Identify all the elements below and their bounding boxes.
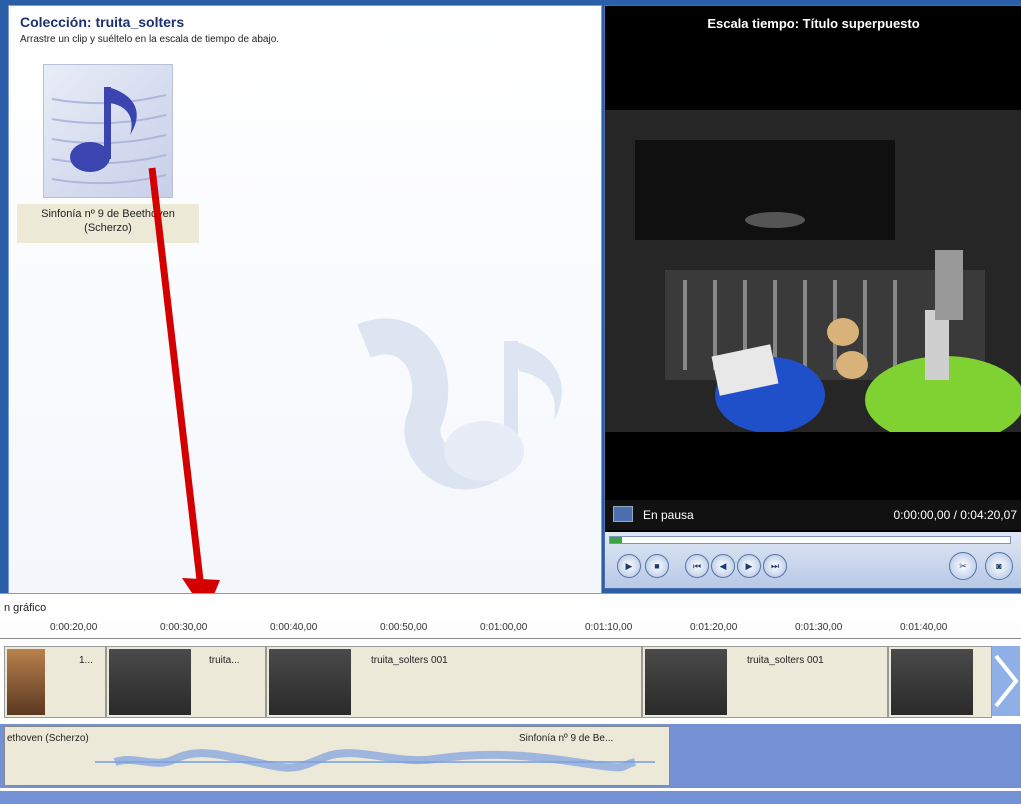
video-clip[interactable]: truita_solters 001 — [266, 646, 642, 718]
video-clip[interactable]: 1... — [4, 646, 106, 718]
monitor-icon — [613, 506, 633, 522]
next-frame-icon[interactable]: ▶ — [737, 554, 761, 578]
timeline-bottom-strip — [0, 791, 1021, 804]
transition-icon[interactable] — [992, 646, 1020, 716]
video-clip-name: truita_solters 001 — [371, 655, 448, 666]
collection-panel: Colección: truita_solters Arrastre un cl… — [8, 5, 602, 595]
timeline-label: n gráfico — [4, 602, 47, 614]
clip-thumbnail — [7, 649, 45, 715]
audio-waveform — [95, 749, 655, 772]
collection-hint: Arrastre un clip y suéltelo en la escala… — [20, 34, 280, 45]
forward-end-icon[interactable]: ⏭ — [763, 554, 787, 578]
audio-clip-name-left: ethoven (Scherzo) — [7, 733, 89, 744]
ruler-tick: 0:01:10,00 — [585, 622, 633, 633]
drag-arrow-icon — [148, 167, 220, 614]
ruler-tick: 0:00:20,00 — [50, 622, 98, 633]
playback-controls: ▶ ■ ⏮ ◀ ▶ ⏭ ✂ ◙ — [605, 532, 1021, 588]
clip-thumbnail — [269, 649, 351, 715]
split-clip-icon[interactable]: ✂ — [949, 552, 977, 580]
playback-status-bar: En pausa 0:00:00,00 / 0:04:20,07 — [605, 500, 1021, 530]
collection-title: Colección: truita_solters — [20, 14, 185, 30]
audio-clip-name-right: Sinfonía nº 9 de Be... — [519, 733, 614, 744]
video-frame — [605, 110, 1021, 432]
stop-icon[interactable]: ■ — [645, 554, 669, 578]
ruler-tick: 0:01:40,00 — [900, 622, 948, 633]
video-track: 1... truita... truita_solters 001 truita… — [0, 646, 1021, 718]
time-ruler[interactable]: 0:00:20,00 0:00:30,00 0:00:40,00 0:00:50… — [0, 620, 1021, 639]
ruler-tick: 0:00:30,00 — [160, 622, 208, 633]
previous-frame-icon[interactable]: ◀ — [711, 554, 735, 578]
clip-thumbnail — [891, 649, 973, 715]
filmstrip-music-watermark — [354, 301, 594, 506]
ruler-tick: 0:01:00,00 — [480, 622, 528, 633]
seek-bar[interactable] — [609, 536, 1011, 544]
ruler-tick: 0:01:20,00 — [690, 622, 738, 633]
preview-title: Escala tiempo: Título superpuesto — [707, 16, 920, 31]
video-clip-name: 1... — [79, 655, 93, 666]
ruler-tick: 0:00:40,00 — [270, 622, 318, 633]
ruler-tick: 0:00:50,00 — [380, 622, 428, 633]
video-clip[interactable]: truita... — [106, 646, 266, 718]
rewind-start-icon[interactable]: ⏮ — [685, 554, 709, 578]
video-clip-name: truita... — [209, 655, 240, 666]
play-icon[interactable]: ▶ — [617, 554, 641, 578]
clip-thumbnail — [645, 649, 727, 715]
preview-monitor: Escala tiempo: Título superpuesto En pau… — [604, 5, 1021, 589]
ruler-tick: 0:01:30,00 — [795, 622, 843, 633]
video-clip[interactable]: truita_solters 001 — [642, 646, 888, 718]
playback-time: 0:00:00,00 / 0:04:20,07 — [893, 508, 1017, 522]
clip-thumbnail — [109, 649, 191, 715]
take-photo-icon[interactable]: ◙ — [985, 552, 1013, 580]
video-clip-name: truita_solters 001 — [747, 655, 824, 666]
seek-thumb[interactable] — [610, 537, 622, 543]
video-clip[interactable] — [888, 646, 992, 718]
timeline-panel: n gráfico 0:00:20,00 0:00:30,00 0:00:40,… — [0, 593, 1021, 804]
playback-status: En pausa — [643, 508, 694, 522]
audio-clip[interactable]: ethoven (Scherzo) Sinfonía nº 9 de Be... — [4, 726, 670, 786]
audio-track: ethoven (Scherzo) Sinfonía nº 9 de Be... — [0, 724, 1021, 788]
